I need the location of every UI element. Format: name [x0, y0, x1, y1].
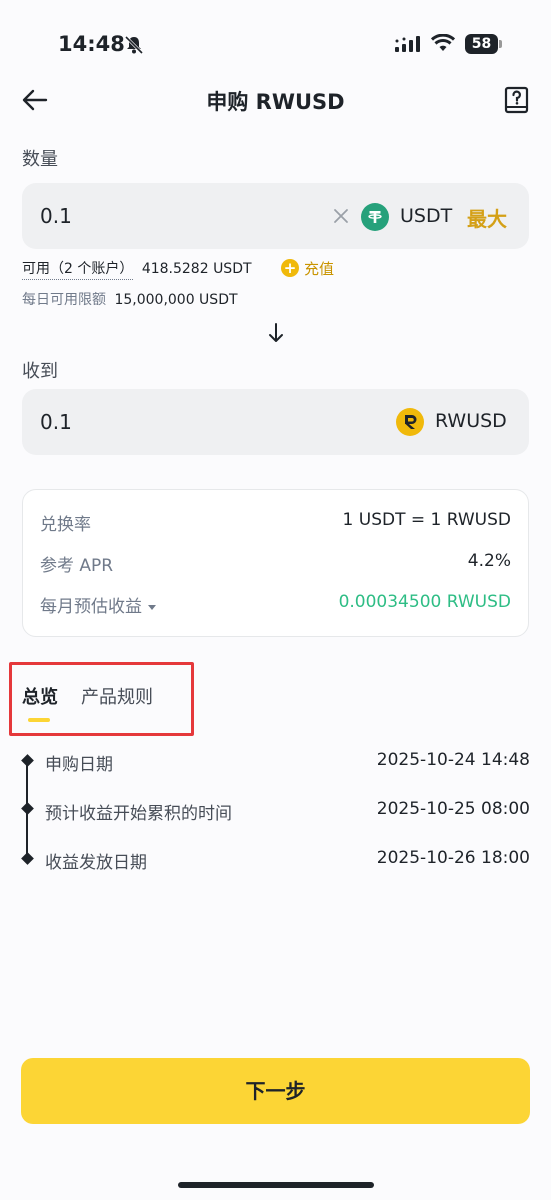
clear-icon[interactable] [331, 206, 351, 226]
available-label[interactable]: 可用（2 个账户） [22, 261, 134, 280]
timeline-item-label: 申购日期 [45, 755, 113, 775]
daily-limit-value: 15,000,000 USDT [114, 292, 238, 308]
timeline-item-label: 预计收益开始累积的时间 [45, 804, 232, 824]
battery-icon: 58 [465, 34, 503, 54]
receive-label: 收到 [22, 361, 58, 382]
available-value: 418.5282 USDT [141, 261, 252, 277]
rate-label: 兑换率 [40, 515, 91, 535]
amount-input[interactable]: 0.1 [40, 204, 72, 228]
rate-value: 1 USDT = 1 RWUSD [342, 510, 511, 530]
battery-level: 58 [465, 34, 498, 54]
timeline-item-value: 2025-10-24 14:48 [376, 750, 530, 770]
cell-signal-icon [395, 36, 420, 52]
amount-input-box[interactable] [22, 183, 529, 249]
tab-overview[interactable]: 总览 [22, 683, 58, 709]
apr-value: 4.2% [467, 551, 511, 571]
monthly-label: 每月预估收益 [40, 597, 142, 617]
daily-limit-label: 每日可用限额 [22, 292, 106, 308]
timeline-item-value: 2025-10-25 08:00 [376, 799, 530, 819]
active-tab-indicator [28, 718, 50, 722]
timeline-item-label: 收益发放日期 [45, 853, 147, 873]
timeline-dot [21, 802, 34, 815]
rwusd-coin-icon [396, 408, 424, 436]
help-book-icon[interactable] [504, 86, 530, 114]
amount-label: 数量 [22, 149, 58, 170]
page-title: 申购 RWUSD [206, 90, 345, 114]
home-indicator[interactable] [178, 1182, 374, 1188]
plus-circle-icon[interactable]: + [281, 259, 299, 277]
daily-limit: 每日可用限额 15,000,000 USDT [22, 289, 238, 309]
tab-product-rules[interactable]: 产品规则 [81, 683, 153, 709]
monthly-value: 0.00034500 RWUSD [338, 592, 511, 612]
amount-currency[interactable]: USDT [400, 205, 452, 227]
status-time: 14:48 [58, 32, 125, 56]
caret-down-icon [148, 604, 156, 610]
wifi-icon [431, 34, 455, 51]
next-button[interactable]: 下一步 [21, 1058, 530, 1124]
arrow-down-icon [269, 323, 283, 342]
timeline-dot [21, 754, 34, 767]
available-balance: 可用（2 个账户） 418.5282 USDT [22, 258, 252, 280]
receive-currency: RWUSD [435, 410, 507, 432]
timeline-dot [21, 852, 34, 865]
receive-value: 0.1 [40, 410, 72, 434]
bell-muted-icon [124, 35, 144, 55]
max-button[interactable]: 最大 [467, 203, 507, 232]
usdt-coin-icon [361, 203, 389, 231]
apr-label: 参考 APR [40, 556, 114, 576]
monthly-estimate-toggle[interactable]: 每月预估收益 [40, 592, 156, 617]
topup-link[interactable]: 充值 [304, 258, 334, 279]
timeline-item-value: 2025-10-26 18:00 [376, 848, 530, 868]
